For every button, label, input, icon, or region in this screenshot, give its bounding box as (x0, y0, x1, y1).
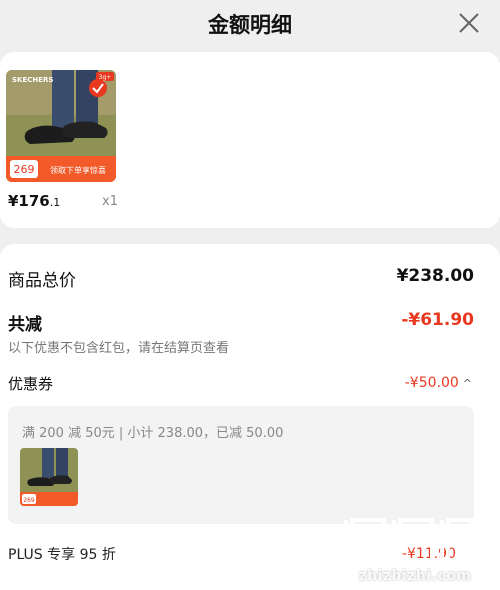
plus-discount-label: PLUS 专享 95 折 (8, 547, 116, 563)
check-icon (89, 79, 107, 97)
product-price: ¥176.1 (8, 192, 60, 210)
coupon-thumb-price: 269 (23, 497, 35, 504)
total-label: 商品总价 (8, 271, 76, 291)
product-thumbnail[interactable]: 269 领取下单享惊喜 SKECHERS 3g+ (6, 70, 116, 182)
banner-text: 领取下单享惊喜 (50, 165, 106, 175)
close-icon[interactable] (456, 10, 482, 36)
coupon-detail-box: 满 200 减 50元 | 小计 238.00，已减 50.00 269 (8, 406, 474, 524)
header-bar: 金额明细 (0, 0, 500, 48)
reduce-note: 以下优惠不包含红包，请在结算页查看 (8, 341, 230, 356)
product-quantity: x1 (102, 194, 118, 209)
reduce-value: -¥61.90 (401, 310, 474, 330)
watermark: zhizhizhi.com (340, 512, 490, 590)
price-main: ¥176 (8, 192, 50, 210)
reduce-label: 共减 (8, 315, 42, 335)
coupon-label: 优惠券 (8, 375, 54, 393)
coupon-value: -¥50.00 (404, 375, 459, 391)
chevron-up-icon[interactable]: ^ (463, 377, 472, 390)
product-card: 269 领取下单享惊喜 SKECHERS 3g+ ¥176.1 x1 (0, 52, 500, 228)
coupon-toggle[interactable]: -¥50.00 ^ (405, 375, 472, 391)
price-tag-text: 269 (14, 163, 35, 176)
coupon-description: 满 200 减 50元 | 小计 238.00，已减 50.00 (22, 426, 284, 441)
price-decimal: .1 (49, 196, 61, 209)
watermark-logo-icon (344, 518, 482, 562)
brand-logo: SKECHERS (12, 76, 53, 84)
close-button[interactable] (456, 10, 482, 36)
coupon-product-thumbnail: 269 (20, 448, 78, 506)
page-title: 金额明细 (208, 13, 292, 37)
watermark-text: zhizhizhi.com (358, 568, 472, 584)
total-value: ¥238.00 (396, 266, 474, 286)
